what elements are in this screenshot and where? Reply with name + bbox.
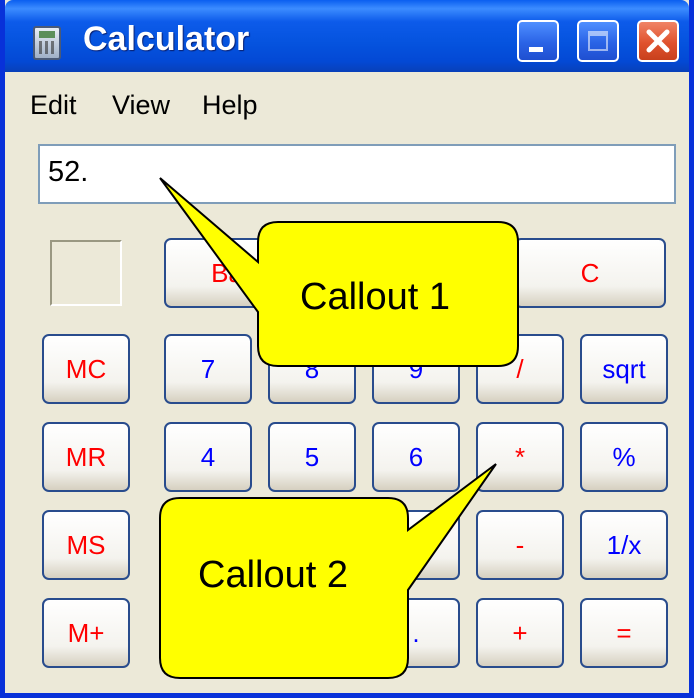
callout-2-label: Callout 2 (198, 554, 348, 596)
maximize-icon (588, 31, 608, 51)
memory-store-button[interactable]: MS (42, 510, 130, 580)
reciprocal-button[interactable]: 1/x (580, 510, 668, 580)
decimal-button[interactable]: . (372, 598, 460, 668)
close-icon (646, 29, 670, 53)
plus-minus-button[interactable]: +/- (268, 598, 356, 668)
digit-8-button[interactable]: 8 (268, 334, 356, 404)
memory-indicator (50, 240, 122, 306)
callout-1-label: Callout 1 (300, 276, 450, 318)
digit-4-button[interactable]: 4 (164, 422, 252, 492)
menu-bar (0, 72, 684, 134)
minimize-button[interactable] (517, 20, 559, 62)
plus-button[interactable]: + (476, 598, 564, 668)
minus-button[interactable]: - (476, 510, 564, 580)
clear-button[interactable]: C (514, 238, 666, 308)
sqrt-button[interactable]: sqrt (580, 334, 668, 404)
minimize-icon (529, 47, 543, 52)
digit-6-button[interactable]: 6 (372, 422, 460, 492)
divide-button[interactable]: / (476, 334, 564, 404)
memory-recall-button[interactable]: MR (42, 422, 130, 492)
memory-add-button[interactable]: M+ (42, 598, 130, 668)
equals-button[interactable]: = (580, 598, 668, 668)
calculator-app-icon[interactable] (33, 26, 61, 60)
close-button[interactable] (637, 20, 679, 62)
digit-0-button[interactable]: 0 (164, 598, 252, 668)
menu-help[interactable]: Help (202, 90, 258, 121)
percent-button[interactable]: % (580, 422, 668, 492)
maximize-button[interactable] (577, 20, 619, 62)
digit-5-button[interactable]: 5 (268, 422, 356, 492)
digit-3-button[interactable]: 3 (372, 510, 460, 580)
menu-view[interactable]: View (112, 90, 170, 121)
menu-edit[interactable]: Edit (30, 90, 77, 121)
display-value: 52. (48, 156, 89, 188)
multiply-button[interactable]: * (476, 422, 564, 492)
window-title: Calculator (83, 20, 250, 58)
result-display[interactable]: 52. (38, 144, 676, 204)
memory-clear-button[interactable]: MC (42, 334, 130, 404)
title-bar[interactable]: Calculator (5, 0, 689, 72)
digit-9-button[interactable]: 9 (372, 334, 460, 404)
backspace-button[interactable]: Back (164, 238, 316, 308)
digit-7-button[interactable]: 7 (164, 334, 252, 404)
